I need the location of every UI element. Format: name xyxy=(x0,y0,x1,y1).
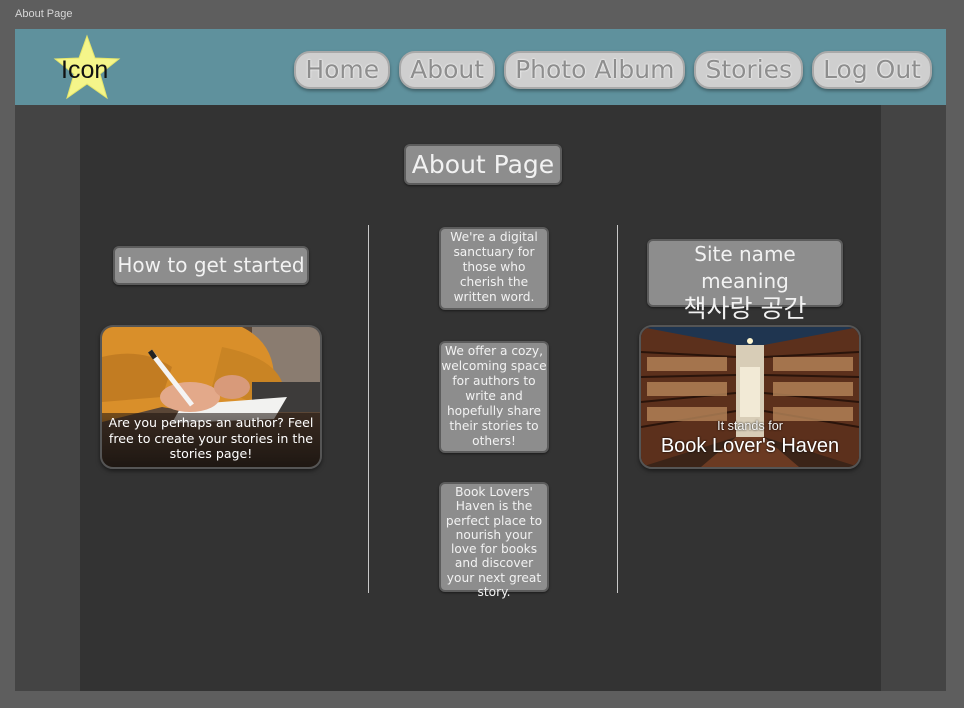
nav-logout-button[interactable]: Log Out xyxy=(812,51,932,89)
nav-stories-button[interactable]: Stories xyxy=(694,51,804,89)
blurb-cozy-space: We offer a cozy, welcoming space for aut… xyxy=(439,341,549,453)
blurb-perfect-place: Book Lovers' Haven is the perfect place … xyxy=(439,482,549,599)
site-name-heading-text: Site name meaning xyxy=(694,242,796,293)
logo-label: Icon xyxy=(61,56,109,84)
library-card-big-caption: Book Lover's Haven xyxy=(660,435,840,457)
content-panel: About Page How to get started Are you pe… xyxy=(80,105,881,691)
site-name-korean: 책사랑 공간 xyxy=(683,294,807,323)
nav-about-button[interactable]: About xyxy=(399,51,496,89)
right-divider xyxy=(617,225,618,593)
nav-home-button[interactable]: Home xyxy=(294,51,391,89)
nav-bar: Home About Photo Album Stories Log Out xyxy=(294,51,932,89)
frame-label: About Page xyxy=(15,8,73,20)
library-card-small-caption: It stands for xyxy=(717,419,783,433)
site-name-heading: Site name meaning 책사랑 공간 xyxy=(647,239,843,322)
header-bar: Icon Home About Photo Album Stories Log … xyxy=(15,29,946,105)
blurb-sanctuary: We're a digital sanctuary for those who … xyxy=(439,227,549,310)
nav-photo-album-button[interactable]: Photo Album xyxy=(504,51,686,89)
logo[interactable]: Icon xyxy=(53,34,121,100)
page-title: About Page xyxy=(404,144,562,185)
author-card[interactable]: Are you perhaps an author? Feel free to … xyxy=(100,325,322,469)
get-started-heading: How to get started xyxy=(113,246,309,285)
library-card[interactable]: It stands for Book Lover's Haven xyxy=(639,325,861,469)
left-divider xyxy=(368,225,369,593)
author-card-caption: Are you perhaps an author? Feel free to … xyxy=(102,413,320,467)
page-frame: Icon Home About Photo Album Stories Log … xyxy=(15,29,946,691)
